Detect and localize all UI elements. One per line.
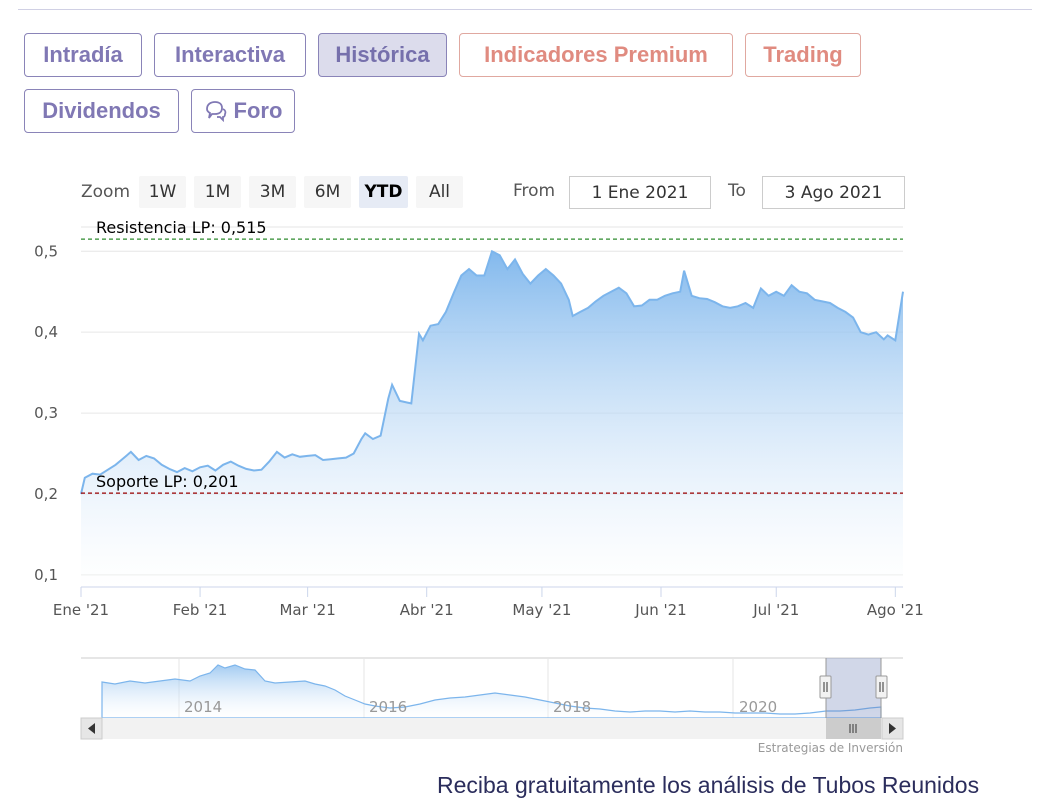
navigator-tick-label: 2018 <box>553 698 591 716</box>
reference-line-label: Resistencia LP: 0,515 <box>96 218 267 237</box>
x-tick-label: Abr '21 <box>400 601 454 619</box>
navigator-handle-right[interactable] <box>875 675 888 699</box>
navigator-selection[interactable] <box>826 658 881 718</box>
y-tick-label: 0,2 <box>34 485 58 503</box>
y-tick-label: 0,5 <box>34 242 58 260</box>
navigator-handle-left[interactable] <box>819 675 832 699</box>
chart-credit[interactable]: Estrategias de Inversión <box>758 741 903 755</box>
y-tick-label: 0,4 <box>34 323 58 341</box>
subscribe-cta[interactable]: Reciba gratuitamente los análisis de Tub… <box>437 772 979 799</box>
y-tick-label: 0,1 <box>34 566 58 584</box>
navigator-tick-label: 2020 <box>739 698 777 716</box>
x-tick-label: May '21 <box>512 601 571 619</box>
navigator-tick-label: 2016 <box>369 698 407 716</box>
y-tick-label: 0,3 <box>34 404 58 422</box>
y-axis: 0,1 0,2 0,3 0,4 0,5 <box>34 242 58 584</box>
navigator[interactable]: 2014 2016 2018 2020 <box>81 657 903 719</box>
x-tick-label: Mar '21 <box>279 601 335 619</box>
x-tick-label: Feb '21 <box>173 601 228 619</box>
scrollbar-track[interactable] <box>81 718 903 739</box>
x-tick-label: Jun '21 <box>634 601 686 619</box>
x-tick-label: Ene '21 <box>53 601 109 619</box>
price-chart: Resistencia LP: 0,515 Soporte LP: 0,201 0… <box>34 218 924 740</box>
x-tick-label: Jul '21 <box>752 601 799 619</box>
scrollbar[interactable] <box>80 717 904 740</box>
x-tick-label: Ago '21 <box>867 601 924 619</box>
price-series <box>80 249 904 588</box>
navigator-tick-label: 2014 <box>184 698 222 716</box>
x-axis: Ene '21 Feb '21 Mar '21 Abr '21 May '21 Jun '… <box>53 586 924 619</box>
reference-line-label: Soporte LP: 0,201 <box>96 472 239 491</box>
price-area-fill <box>81 251 903 588</box>
